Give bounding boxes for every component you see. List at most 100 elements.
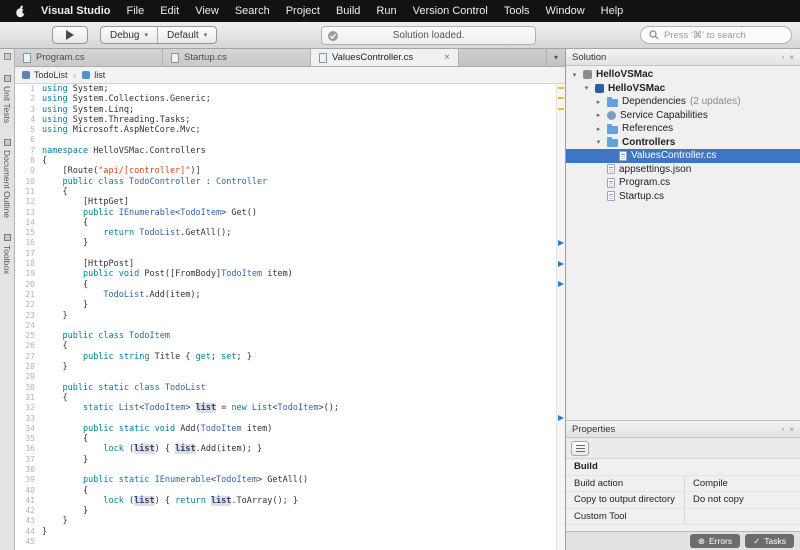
breadcrumb-item-list[interactable]: list — [82, 70, 105, 80]
change-mark-icon[interactable] — [558, 97, 564, 100]
property-row-build-action[interactable]: Build action Compile — [566, 475, 800, 492]
change-mark-icon[interactable] — [558, 87, 564, 89]
code-editor[interactable]: 1 using System; 2 using System.Collections.… — [15, 84, 565, 550]
editor-tab-valuescontroller-cs[interactable]: ValuesController.cs × — [311, 49, 459, 66]
change-mark-icon[interactable] — [558, 107, 564, 110]
property-value[interactable] — [684, 508, 800, 524]
code-line[interactable]: 36 lock (list) { list.Add(item); } — [15, 444, 565, 455]
menu-item-view[interactable]: View — [187, 0, 227, 22]
menu-item-file[interactable]: File — [118, 0, 152, 22]
line-number[interactable]: 43 — [15, 516, 42, 526]
code-line[interactable]: 21 TodoList.Add(item); — [15, 290, 565, 300]
tasks-button[interactable]: ✓ Tasks — [745, 534, 794, 548]
disclosure-closed-icon[interactable]: ▸ — [594, 111, 603, 119]
line-number[interactable]: 13 — [15, 208, 42, 218]
arrow-mark-icon[interactable] — [558, 240, 564, 246]
line-number[interactable]: 4 — [15, 115, 42, 125]
line-number[interactable]: 3 — [15, 105, 42, 115]
code-line[interactable]: 41 lock (list) { return list.ToArray(); … — [15, 495, 565, 506]
code-line[interactable]: 10 public class TodoController : Control… — [15, 177, 565, 187]
line-number[interactable]: 41 — [15, 496, 42, 506]
disclosure-open-icon[interactable]: ▾ — [582, 84, 591, 92]
line-number[interactable]: 29 — [15, 372, 42, 382]
menu-item-run[interactable]: Run — [368, 0, 404, 22]
dock-pane-icon[interactable]: ▫ — [781, 425, 784, 434]
pad-tab-toolbox[interactable]: Toolbox — [2, 234, 12, 275]
property-value[interactable]: Compile — [684, 475, 800, 491]
breadcrumb-item-todolist[interactable]: TodoList — [22, 70, 68, 80]
code-line[interactable]: 44} — [15, 527, 565, 537]
line-number[interactable]: 42 — [15, 506, 42, 516]
line-number[interactable]: 33 — [15, 414, 42, 424]
menu-item-project[interactable]: Project — [278, 0, 328, 22]
tree-item-program-cs[interactable]: Program.cs — [566, 176, 800, 190]
code-line[interactable]: 15 return TodoList.GetAll(); — [15, 228, 565, 238]
line-number[interactable]: 7 — [15, 146, 42, 156]
line-number[interactable]: 18 — [15, 259, 42, 269]
code-line[interactable]: 22 } — [15, 300, 565, 310]
pad-tab-document-outline[interactable]: Document Outline — [2, 139, 12, 218]
line-number[interactable]: 36 — [15, 444, 42, 454]
tab-list-dropdown[interactable]: ▾ — [545, 49, 565, 66]
line-number[interactable]: 37 — [15, 455, 42, 465]
line-number[interactable]: 14 — [15, 218, 42, 228]
run-button[interactable] — [52, 26, 88, 44]
line-number[interactable]: 30 — [15, 383, 42, 393]
disclosure-open-icon[interactable]: ▾ — [570, 71, 579, 79]
line-number[interactable]: 20 — [15, 280, 42, 290]
code-line[interactable]: 20 { — [15, 280, 565, 290]
code-line[interactable]: 17 — [15, 249, 565, 259]
code-line[interactable]: 29 — [15, 372, 565, 382]
code-line[interactable]: 38 — [15, 465, 565, 475]
line-number[interactable]: 10 — [15, 177, 42, 187]
tree-item-valuescontroller-cs[interactable]: ValuesController.cs — [566, 149, 800, 163]
line-number[interactable]: 38 — [15, 465, 42, 475]
menu-item-edit[interactable]: Edit — [152, 0, 187, 22]
arrow-mark-icon[interactable] — [558, 281, 564, 288]
code-line[interactable]: 43 } — [15, 516, 565, 526]
tree-item-hellovsmac[interactable]: ▾ HelloVSMac — [566, 82, 800, 96]
property-value[interactable]: Do not copy — [684, 492, 800, 508]
line-number[interactable]: 28 — [15, 362, 42, 372]
code-line[interactable]: 24 — [15, 321, 565, 331]
editor-tab-startup-cs[interactable]: Startup.cs — [163, 49, 311, 66]
code-line[interactable]: 27 public string Title { get; set; } — [15, 352, 565, 362]
code-line[interactable]: 37 } — [15, 455, 565, 465]
tree-item-appsettings-json[interactable]: appsettings.json — [566, 163, 800, 177]
line-number[interactable]: 25 — [15, 331, 42, 341]
global-search-input[interactable]: Press '⌘' to search — [640, 26, 792, 44]
line-number[interactable]: 27 — [15, 352, 42, 362]
line-number[interactable]: 24 — [15, 321, 42, 331]
menu-item-search[interactable]: Search — [227, 0, 278, 22]
code-line[interactable]: 31 { — [15, 393, 565, 403]
menu-item-version-control[interactable]: Version Control — [405, 0, 496, 22]
line-number[interactable]: 15 — [15, 228, 42, 238]
dock-pane-icon[interactable]: ▫ — [781, 53, 784, 62]
line-number[interactable]: 35 — [15, 434, 42, 444]
line-number[interactable]: 40 — [15, 486, 42, 496]
code-line[interactable]: 39 public static IEnumerable<TodoItem> G… — [15, 475, 565, 485]
line-number[interactable]: 8 — [15, 156, 42, 166]
code-line[interactable]: 13 public IEnumerable<TodoItem> Get() — [15, 208, 565, 218]
code-line[interactable]: 33 — [15, 414, 565, 424]
disclosure-open-icon[interactable]: ▾ — [594, 138, 603, 146]
line-number[interactable]: 34 — [15, 424, 42, 434]
disclosure-closed-icon[interactable]: ▸ — [594, 125, 603, 133]
code-line[interactable]: 32 static List<TodoItem> list = new List… — [15, 403, 565, 414]
code-line[interactable]: 34 public static void Add(TodoItem item) — [15, 424, 565, 434]
device-selector[interactable]: Default ▾ — [156, 27, 216, 43]
line-number[interactable]: 31 — [15, 393, 42, 403]
line-number[interactable]: 5 — [15, 125, 42, 135]
code-line[interactable]: 45 — [15, 537, 565, 547]
line-number[interactable]: 16 — [15, 238, 42, 248]
code-line[interactable]: 4 using System.Threading.Tasks; — [15, 115, 565, 125]
line-number[interactable]: 39 — [15, 475, 42, 485]
line-number[interactable]: 19 — [15, 269, 42, 279]
line-number[interactable]: 44 — [15, 527, 42, 537]
property-view-toggle-button[interactable] — [571, 440, 589, 456]
tree-item-references[interactable]: ▸ References — [566, 122, 800, 136]
line-number[interactable]: 2 — [15, 94, 42, 104]
code-line[interactable]: 1 using System; — [15, 84, 565, 94]
code-line[interactable]: 30 public static class TodoList — [15, 383, 565, 393]
code-line[interactable]: 18 [HttpPost] — [15, 259, 565, 269]
